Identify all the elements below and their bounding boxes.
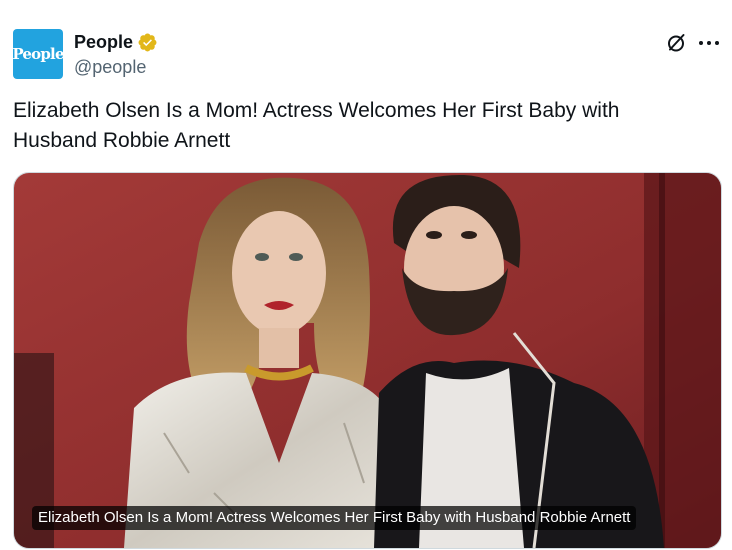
author-handle[interactable]: @people [74,56,146,78]
more-options-icon[interactable] [697,31,721,55]
grok-icon[interactable] [664,31,688,55]
ellipsis-icon [699,41,719,45]
display-name[interactable]: People [74,31,133,53]
verified-badge-icon [138,33,157,51]
author-avatar[interactable]: People [12,29,64,79]
avatar-logo-text: People [12,45,64,63]
grok-glyph-icon [668,34,685,52]
link-card[interactable]: Elizabeth Olsen Is a Mom! Actress Welcom… [13,172,722,549]
tweet-text: Elizabeth Olsen Is a Mom! Actress Welcom… [13,99,620,152]
author-name-row: People [74,31,158,53]
card-caption: Elizabeth Olsen Is a Mom! Actress Welcom… [32,506,637,530]
article-photo [14,173,721,548]
